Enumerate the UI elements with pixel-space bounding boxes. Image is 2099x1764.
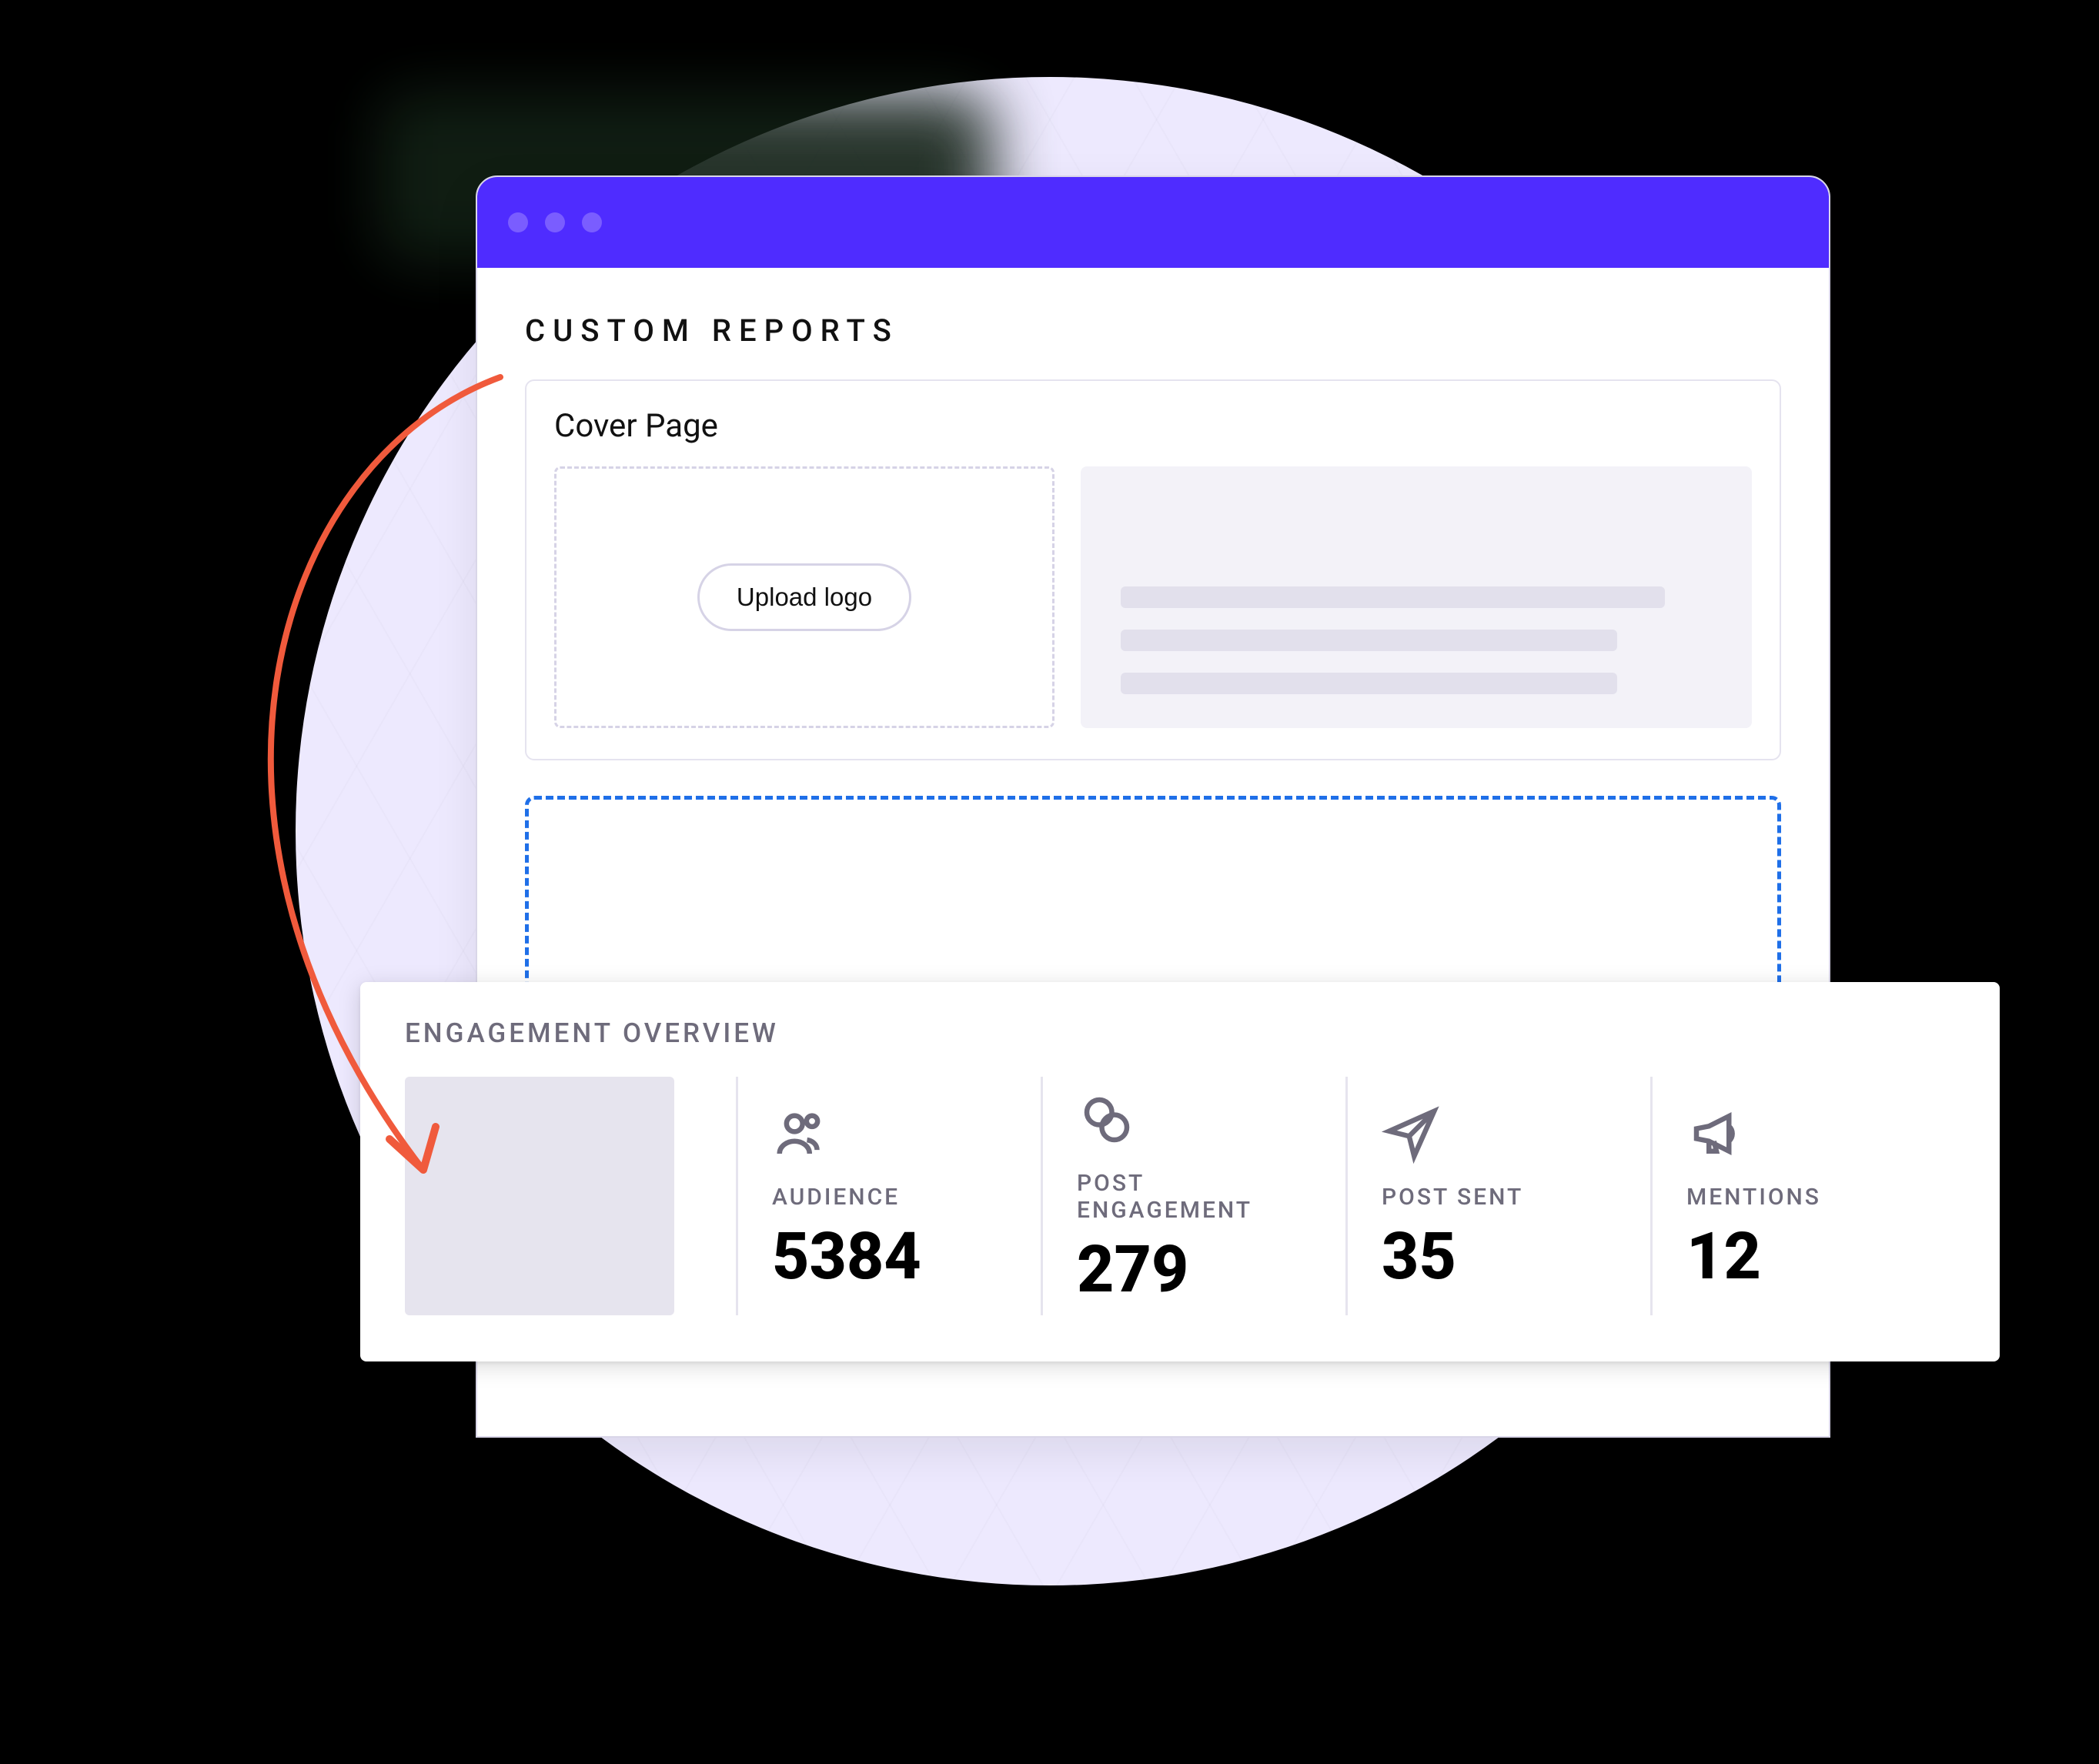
window-titlebar xyxy=(477,177,1829,268)
placeholder-line xyxy=(1121,673,1617,694)
metric-label: POST ENGAGEMENT xyxy=(1077,1170,1312,1224)
cover-page-panel: Cover Page Upload logo xyxy=(525,379,1781,760)
metric-label: AUDIENCE xyxy=(772,1184,1007,1211)
placeholder-line xyxy=(1121,586,1665,608)
engagement-icon xyxy=(1077,1090,1312,1170)
window-dot-icon xyxy=(582,212,602,232)
metric-post-sent: POST SENT 35 xyxy=(1345,1077,1650,1315)
megaphone-icon xyxy=(1686,1104,1921,1184)
upload-logo-dropzone[interactable]: Upload logo xyxy=(554,466,1055,728)
window-dot-icon xyxy=(508,212,528,232)
metric-value: 12 xyxy=(1686,1224,1921,1289)
cover-page-row: Upload logo xyxy=(554,466,1752,728)
cover-text-placeholder[interactable] xyxy=(1081,466,1752,728)
cover-page-title: Cover Page xyxy=(554,407,1752,445)
metric-value: 5384 xyxy=(772,1224,1007,1289)
metric-audience: AUDIENCE 5384 xyxy=(736,1077,1041,1315)
paper-plane-icon xyxy=(1382,1104,1616,1184)
engagement-metrics-row: AUDIENCE 5384 POST ENGAGEMENT 279 POST S… xyxy=(405,1077,1955,1315)
metric-value: 279 xyxy=(1077,1238,1312,1302)
metric-label: POST SENT xyxy=(1382,1184,1616,1211)
upload-logo-button[interactable]: Upload logo xyxy=(697,563,911,631)
drag-arrow-icon xyxy=(177,369,577,1231)
audience-icon xyxy=(772,1104,1007,1184)
metric-value: 35 xyxy=(1382,1224,1616,1289)
engagement-overview-card[interactable]: ENGAGEMENT OVERVIEW AUDIENCE 5384 POST E… xyxy=(360,982,2000,1361)
placeholder-line xyxy=(1121,630,1617,651)
metric-label: MENTIONS xyxy=(1686,1184,1921,1211)
window-dot-icon xyxy=(545,212,565,232)
page-title: CUSTOM REPORTS xyxy=(525,312,1781,349)
engagement-overview-title: ENGAGEMENT OVERVIEW xyxy=(405,1017,1955,1049)
metric-mentions: MENTIONS 12 xyxy=(1650,1077,1955,1315)
metric-post-engagement: POST ENGAGEMENT 279 xyxy=(1041,1077,1345,1315)
